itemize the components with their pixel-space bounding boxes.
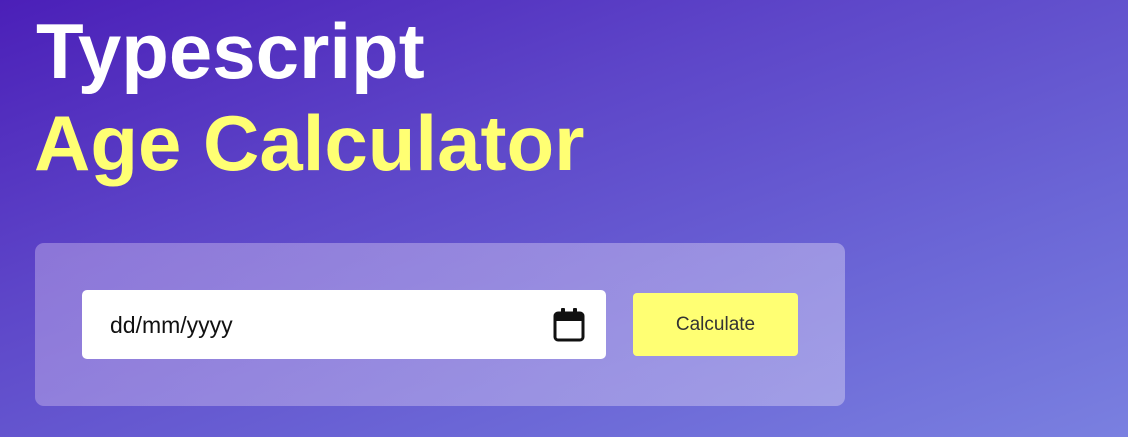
calendar-icon[interactable] [552,307,586,343]
page-subtitle: Age Calculator [34,99,585,187]
calculator-card: dd/mm/yyyy Calculate [35,243,845,406]
calculate-button[interactable]: Calculate [633,293,798,356]
birthdate-input-value: dd/mm/yyyy [110,312,233,338]
birthdate-input[interactable]: dd/mm/yyyy [82,290,606,359]
page-title: Typescript [36,7,425,95]
